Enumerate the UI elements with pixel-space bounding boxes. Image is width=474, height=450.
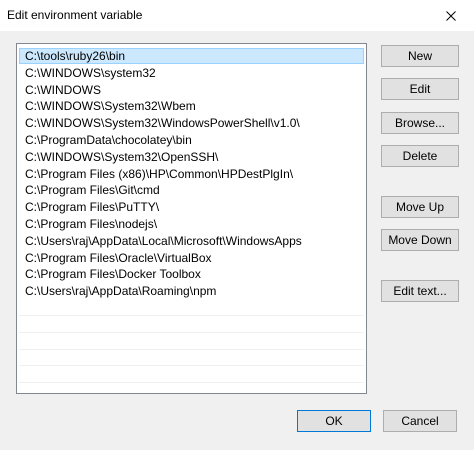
close-icon bbox=[446, 10, 456, 21]
close-button[interactable] bbox=[428, 0, 474, 31]
list-item[interactable]: C:\ProgramData\chocolatey\bin bbox=[19, 132, 364, 148]
list-item[interactable]: C:\WINDOWS\System32\OpenSSH\ bbox=[19, 149, 364, 165]
list-item[interactable]: C:\Program Files\Oracle\VirtualBox bbox=[19, 250, 364, 266]
move-down-button[interactable]: Move Down bbox=[381, 229, 459, 251]
list-item[interactable]: C:\Program Files\nodejs\ bbox=[19, 216, 364, 232]
empty-list-row[interactable] bbox=[19, 334, 364, 350]
cancel-button[interactable]: Cancel bbox=[383, 410, 457, 432]
list-item[interactable]: C:\tools\ruby26\bin bbox=[19, 48, 364, 64]
list-item[interactable]: C:\WINDOWS\System32\WindowsPowerShell\v1… bbox=[19, 115, 364, 131]
new-button[interactable]: New bbox=[381, 45, 459, 67]
move-up-button[interactable]: Move Up bbox=[381, 196, 459, 218]
edit-button[interactable]: Edit bbox=[381, 78, 459, 100]
empty-list-row[interactable] bbox=[19, 317, 364, 333]
delete-button[interactable]: Delete bbox=[381, 145, 459, 167]
browse-button[interactable]: Browse... bbox=[381, 112, 459, 134]
empty-list-row[interactable] bbox=[19, 300, 364, 316]
title-bar: Edit environment variable bbox=[0, 0, 474, 31]
window-title: Edit environment variable bbox=[7, 8, 143, 22]
empty-list-row[interactable] bbox=[19, 350, 364, 367]
ok-button[interactable]: OK bbox=[297, 410, 371, 432]
list-item[interactable]: C:\WINDOWS\system32 bbox=[19, 65, 364, 81]
edit-text-button[interactable]: Edit text... bbox=[381, 280, 459, 302]
list-item[interactable]: C:\Program Files\PuTTY\ bbox=[19, 199, 364, 215]
list-item[interactable]: C:\WINDOWS\System32\Wbem bbox=[19, 98, 364, 114]
list-item[interactable]: C:\Users\raj\AppData\Roaming\npm bbox=[19, 283, 364, 299]
list-item[interactable]: C:\WINDOWS bbox=[19, 82, 364, 98]
list-item[interactable]: C:\Program Files\Docker Toolbox bbox=[19, 266, 364, 282]
empty-list-row[interactable] bbox=[19, 367, 364, 384]
list-item[interactable]: C:\Users\raj\AppData\Local\Microsoft\Win… bbox=[19, 233, 364, 249]
list-item[interactable]: C:\Program Files (x86)\HP\Common\HPDestP… bbox=[19, 166, 364, 182]
edit-environment-variable-dialog: Edit environment variable C:\tools\ruby2… bbox=[0, 0, 474, 450]
list-item[interactable]: C:\Program Files\Git\cmd bbox=[19, 182, 364, 198]
path-list[interactable]: C:\tools\ruby26\bin C:\WINDOWS\system32 C:… bbox=[16, 43, 367, 394]
